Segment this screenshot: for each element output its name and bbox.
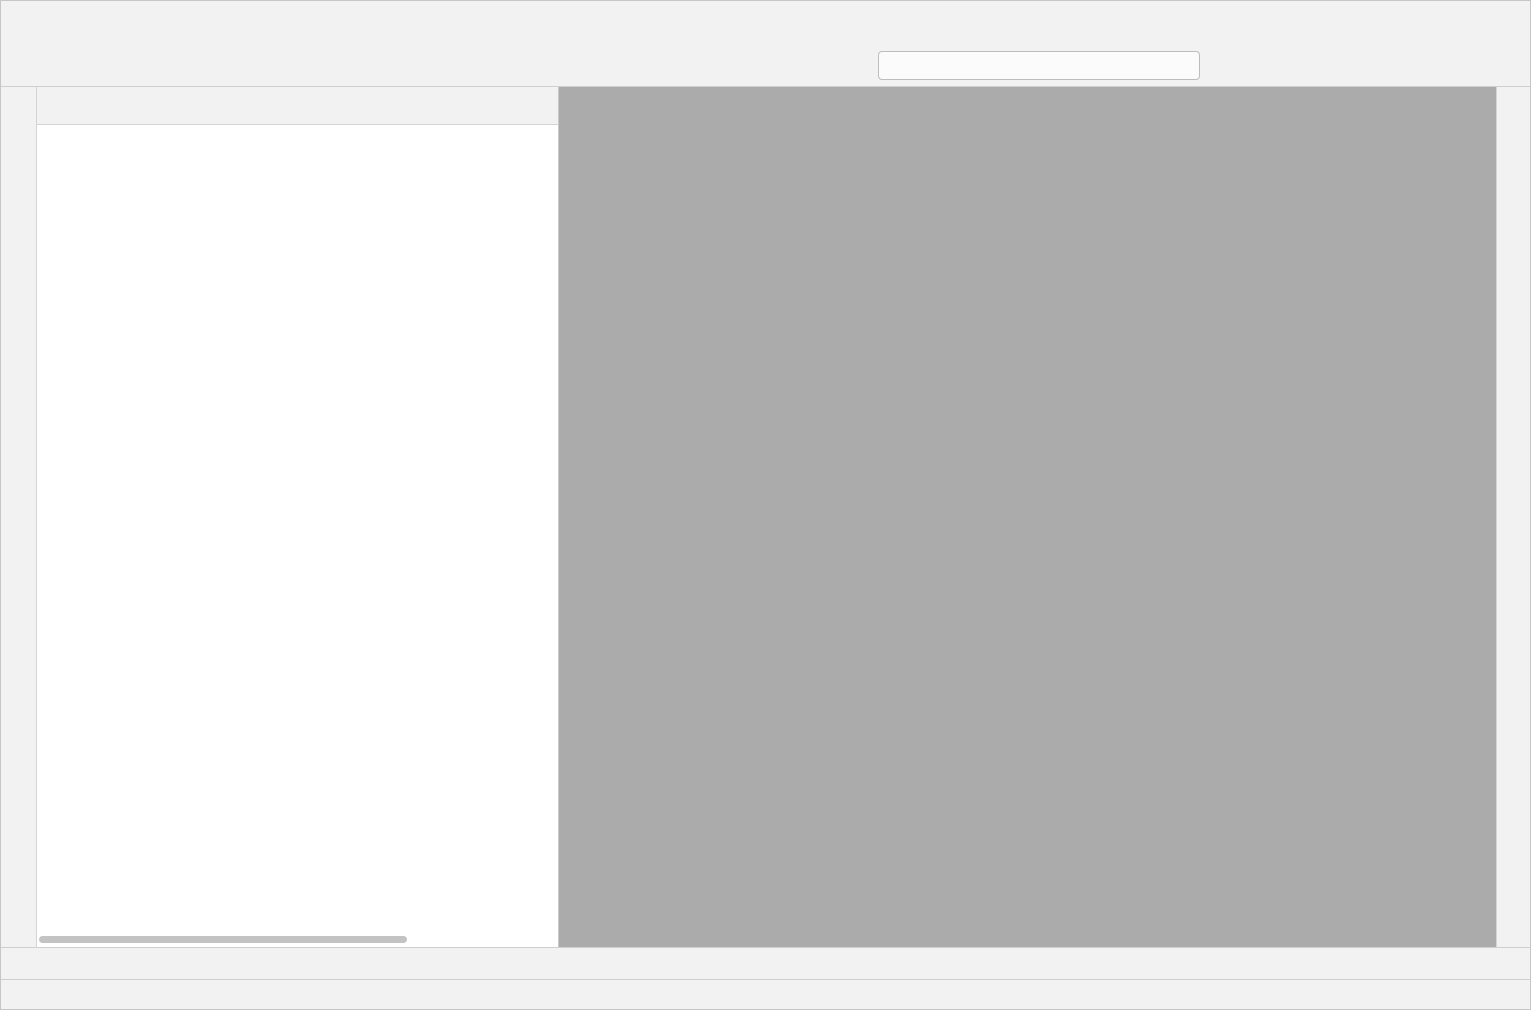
close-icon <box>1492 17 1505 30</box>
gear-icon <box>487 97 505 115</box>
main-area <box>1 87 1530 947</box>
stop-button <box>1363 53 1389 79</box>
search-icon <box>1494 56 1513 75</box>
horizontal-scrollbar[interactable] <box>39 936 407 943</box>
maximize-icon <box>1428 17 1441 30</box>
intellij-idea-logo-icon <box>13 11 38 36</box>
hammer-icon <box>841 56 860 75</box>
project-node-icon <box>17 58 33 74</box>
window-controls <box>1338 1 1530 45</box>
collapse-all-button[interactable] <box>448 97 466 115</box>
minimize-icon <box>1364 17 1377 30</box>
run-play-icon <box>1219 56 1238 75</box>
debug-bug-icon <box>1256 56 1275 75</box>
run-button[interactable] <box>1215 53 1241 79</box>
build-project-button[interactable] <box>837 53 863 79</box>
navigation-toolbar <box>1 45 1530 87</box>
statusbar <box>1 979 1530 1009</box>
toolwindow-layout-button[interactable] <box>1453 53 1479 79</box>
panel-settings-button[interactable] <box>487 97 505 115</box>
left-toolwindow-stripe <box>1 87 37 947</box>
spring-boot-icon <box>888 58 904 74</box>
chevron-down-icon[interactable] <box>85 98 101 114</box>
collapse-all-icon <box>448 97 466 115</box>
ide-window <box>0 0 1531 1010</box>
project-panel-header <box>37 87 558 125</box>
close-button[interactable] <box>1466 1 1530 45</box>
run-with-coverage-button[interactable] <box>1289 53 1315 79</box>
blue-folder-icon <box>1420 56 1439 75</box>
run-configuration-select[interactable] <box>878 51 1200 80</box>
editor-area[interactable] <box>559 87 1496 947</box>
debug-button[interactable] <box>1252 53 1278 79</box>
run-toolbar <box>837 51 1516 80</box>
profiler-icon <box>1330 56 1349 75</box>
minimize-button[interactable] <box>1338 1 1402 45</box>
maximize-button[interactable] <box>1402 1 1466 45</box>
minus-icon <box>526 97 544 115</box>
crosshair-icon <box>409 97 427 115</box>
stop-icon <box>1367 56 1386 75</box>
project-structure-button[interactable] <box>1416 53 1442 79</box>
panel-actions <box>409 97 544 115</box>
window-icon <box>1457 56 1476 75</box>
breadcrumb <box>17 58 89 74</box>
project-tool-window <box>37 87 559 947</box>
chevron-down-icon <box>1176 58 1192 74</box>
maven-file-icon <box>66 58 82 74</box>
hide-panel-button[interactable] <box>526 97 544 115</box>
locate-file-button[interactable] <box>409 97 427 115</box>
search-everywhere-button[interactable] <box>1490 53 1516 79</box>
profiler-button[interactable] <box>1326 53 1352 79</box>
project-view-icon <box>55 98 71 114</box>
toolwindow-toggle-icon[interactable] <box>13 987 29 1003</box>
toolwindow-bar <box>1 947 1530 979</box>
titlebar <box>1 1 1530 45</box>
breadcrumb-separator-icon <box>47 60 59 72</box>
coverage-icon <box>1293 56 1312 75</box>
right-toolwindow-stripe <box>1496 87 1530 947</box>
project-tree <box>37 125 558 947</box>
